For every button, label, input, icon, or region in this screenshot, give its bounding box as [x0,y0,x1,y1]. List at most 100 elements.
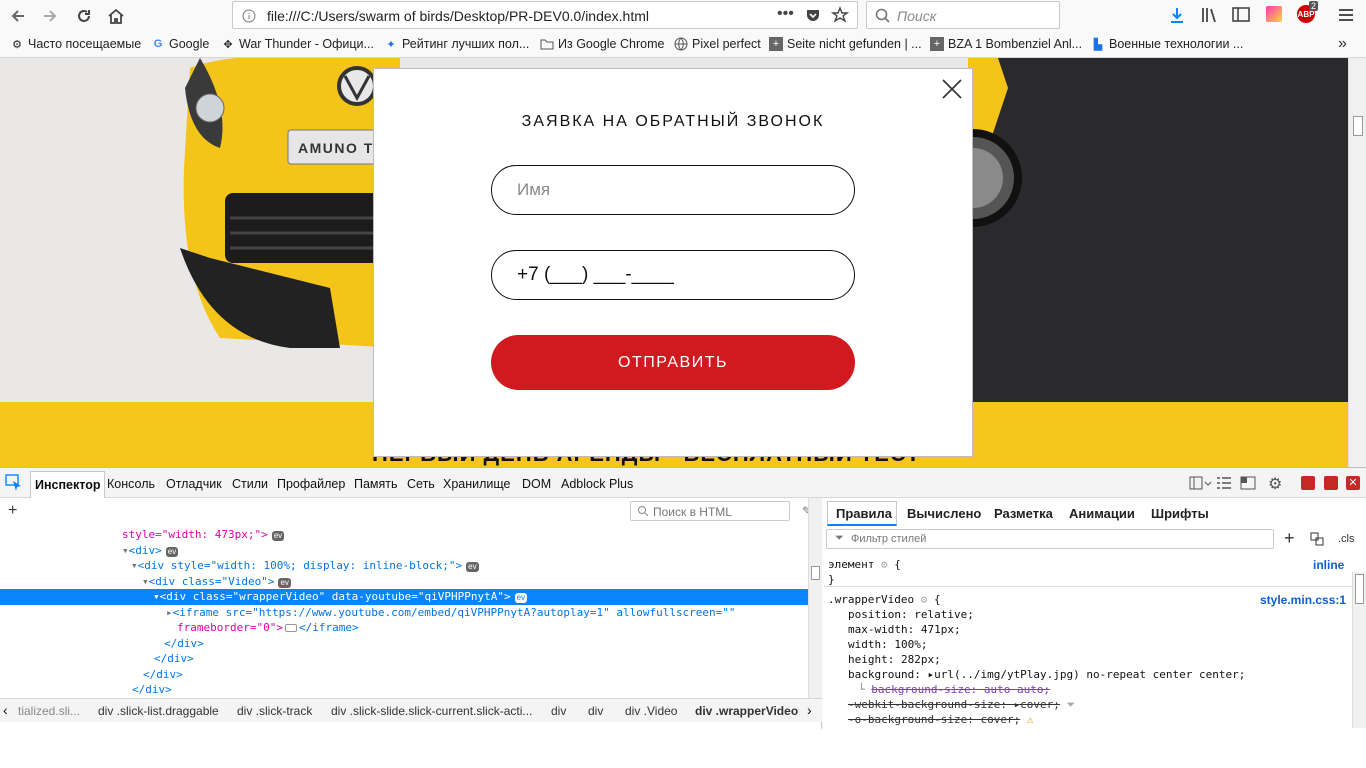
reload-icon[interactable] [72,4,96,28]
home-icon[interactable] [104,4,128,28]
download-icon[interactable] [1168,6,1186,27]
bookmark-star-icon[interactable] [830,6,850,27]
frames-icon[interactable] [1216,476,1232,493]
breadcrumb-item[interactable]: div .slick-track [237,704,312,718]
tab-adblock[interactable]: Adblock Plus [561,477,633,491]
page-actions-icon[interactable]: ••• [777,5,794,23]
css-declaration-overridden[interactable]: └ background-size: auto auto; [858,683,1050,696]
css-declaration[interactable]: height: 282px; [848,653,941,666]
tab-animations[interactable]: Анимации [1069,506,1135,521]
markup-line[interactable]: </div> [0,651,808,667]
forward-icon[interactable] [38,4,62,28]
toggle-pseudo-icon[interactable] [1310,532,1324,549]
bookmark-item[interactable]: Из Google Chrome [540,37,664,51]
event-badge[interactable]: ev [278,577,291,588]
css-declaration[interactable]: max-width: 471px; [848,623,961,636]
markup-line[interactable]: ▸<iframe src="https://www.youtube.com/em… [0,605,808,621]
markup-line[interactable]: </div> [0,667,808,683]
bookmark-item[interactable]: ✥ War Thunder - Офици... [221,37,374,51]
markup-line[interactable]: style="width: 473px;"> ev [0,527,808,543]
bookmark-item[interactable]: + BZA 1 Bombenziel Anl... [930,37,1082,51]
rules-scrollbar[interactable] [1352,572,1366,728]
css-declaration[interactable]: width: 100%; [848,638,927,651]
tab-computed[interactable]: Вычислено [907,506,981,521]
expand-arrow-icon[interactable]: ▸ [166,606,173,619]
library-icon[interactable] [1200,6,1220,27]
scroll-thumb[interactable] [1355,574,1364,604]
tab-dom[interactable]: DOM [522,477,551,491]
event-badge[interactable]: ev [466,562,479,572]
tab-debugger[interactable]: Отладчик [166,477,222,491]
collapse-arrow-icon[interactable]: ▾ [153,590,160,603]
filter-styles-input[interactable]: ⏷ Фильтр стилей [826,529,1274,549]
tab-styles[interactable]: Стили [232,477,268,491]
sidebar-icon[interactable] [1232,7,1250,26]
split-console-icon[interactable] [1189,476,1212,493]
submit-button[interactable]: ОТПРАВИТЬ [491,335,855,390]
phone-field[interactable]: +7 (___) ___-____ [491,250,855,300]
markup-line[interactable]: </div> [0,682,808,698]
more-bookmarks-icon[interactable]: » [1338,35,1347,53]
menu-icon[interactable] [1338,7,1354,26]
breadcrumb-item[interactable]: div [588,704,603,718]
scroll-thumb[interactable] [811,566,820,580]
tab-rules[interactable]: Правила [836,506,892,521]
css-declaration[interactable]: position: relative; [848,608,974,621]
dock-icon[interactable] [1240,476,1256,493]
page-scrollbar[interactable] [1348,58,1366,467]
collapse-arrow-icon[interactable]: ▾ [122,544,129,557]
chevron-right-icon[interactable]: › [807,702,812,718]
breadcrumb-item[interactable]: div .Video [625,704,677,718]
breadcrumb-item[interactable]: div .slick-list.draggable [98,704,219,718]
markup-line[interactable]: ▾<div> ev [0,543,808,559]
add-rule-icon[interactable]: + [1284,528,1295,549]
markup-line-selected[interactable]: ▾<div class="wrapperVideo" data-youtube=… [0,589,808,605]
css-declaration[interactable]: background: ▸url(../img/ytPlay.jpg) no-r… [848,668,1245,681]
pick-element-icon[interactable] [5,474,23,495]
bookmark-item[interactable]: ▙ Военные технологии ... [1091,37,1244,51]
tab-storage[interactable]: Хранилище [443,477,511,491]
dock-side-icon[interactable] [1324,476,1338,490]
gear-icon[interactable]: ⚙ [921,593,928,606]
bookmark-item[interactable]: ✦ Рейтинг лучших пол... [384,37,529,51]
name-field[interactable]: Имя [491,165,855,215]
inline-label[interactable]: inline [1313,558,1344,572]
event-badge[interactable]: ev [271,531,285,541]
markup-line[interactable]: frameborder="0"> </iframe> [0,620,808,636]
markup-line[interactable]: ▾<div class="Video"> ev [0,574,808,590]
settings-gear-icon[interactable]: ⚙ [1268,474,1282,494]
add-node-icon[interactable]: + [8,502,17,520]
breadcrumb-item[interactable]: div [551,704,566,718]
event-badge[interactable]: ev [514,593,528,603]
breadcrumb-item-current[interactable]: div .wrapperVideo [695,704,798,718]
tab-network[interactable]: Сеть [407,477,435,491]
collapse-arrow-icon[interactable]: ▾ [142,575,149,588]
markup-line[interactable]: ▾<div style="width: 100%; display: inlin… [0,558,808,574]
markup-line[interactable]: </div> [0,636,808,652]
tab-layout[interactable]: Разметка [994,506,1053,521]
chevron-left-icon[interactable]: ‹ [3,702,8,718]
filter-icon[interactable]: ⏷ [1067,698,1076,711]
info-icon[interactable] [242,9,256,26]
close-icon[interactable] [940,77,964,101]
bookmark-item[interactable]: ⚙ Часто посещаемые [10,37,141,51]
tab-memory[interactable]: Память [354,477,398,491]
dock-bottom-icon[interactable] [1301,476,1315,490]
bookmark-item[interactable]: G Google [151,37,210,51]
search-input[interactable]: Поиск [866,1,1060,29]
event-badge[interactable]: ev [165,546,179,557]
stylesheet-link[interactable]: style.min.css:1 [1260,593,1346,607]
back-icon[interactable] [6,4,30,28]
css-declaration-overridden[interactable]: -webkit-background-size: ▸cover; ⏷ [848,698,1075,712]
collapse-arrow-icon[interactable]: ▾ [131,559,138,572]
tab-inspector[interactable]: Инспектор [30,471,106,498]
gear-icon[interactable]: ⚙ [881,558,888,571]
cls-toggle[interactable]: .cls [1338,533,1355,545]
bookmark-item[interactable]: + Seite nicht gefunden | ... [769,37,922,51]
html-search-input[interactable]: Поиск в HTML [630,501,790,521]
breadcrumb-item[interactable]: tialized.sli... [18,704,80,718]
scroll-thumb[interactable] [1353,116,1363,136]
url-bar[interactable]: file:///C:/Users/swarm of birds/Desktop/… [232,1,858,29]
ellipsis-badge[interactable] [284,624,297,632]
tab-fonts[interactable]: Шрифты [1151,506,1209,521]
